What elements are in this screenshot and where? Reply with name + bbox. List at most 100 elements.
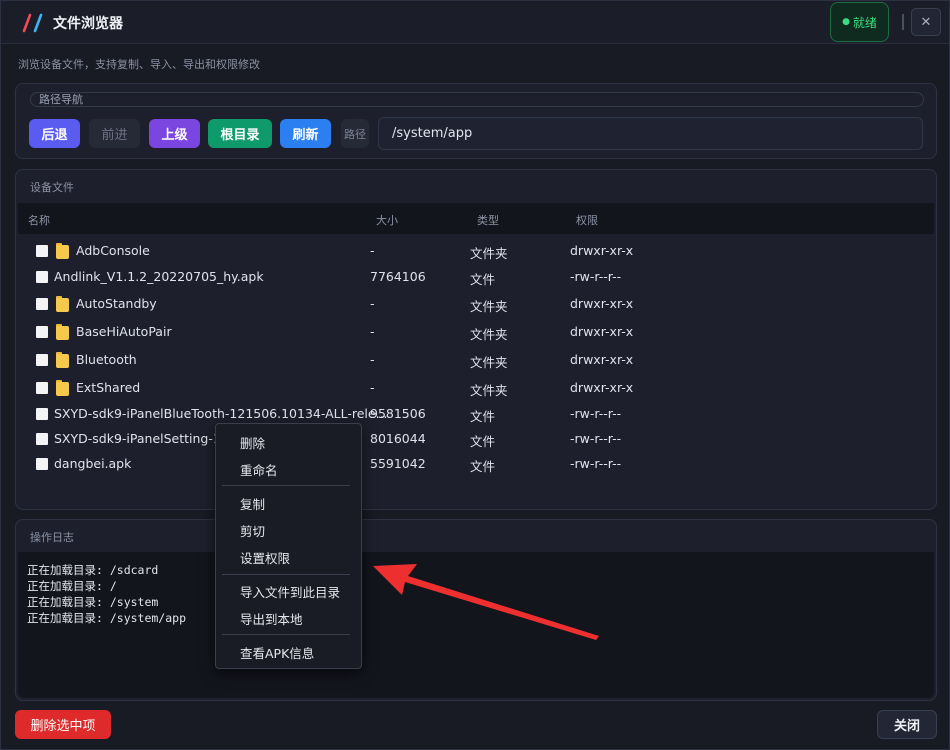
column-name[interactable]: 名称: [28, 212, 50, 228]
folder-icon: [56, 352, 69, 368]
row-checkbox[interactable]: [36, 354, 48, 366]
file-permission: drwxr-xr-x: [570, 380, 634, 395]
file-row[interactable]: SXYD-sdk9-iPanelBlueTooth-121506.10134-A…: [16, 401, 936, 427]
file-row[interactable]: SXYD-sdk9-iPanelSetting-10 8016044 文件 -r…: [16, 426, 936, 452]
menu-item-set-permission[interactable]: 设置权限: [240, 548, 290, 567]
file-size: 8016044: [370, 431, 426, 446]
refresh-button[interactable]: 刷新: [280, 119, 331, 148]
title-bar: 文件浏览器 ● 就绪 ✕: [1, 1, 949, 44]
device-files-panel: 设备文件 名称 大小 类型 权限 AdbConsole - 文件夹 drwxr-…: [15, 169, 937, 510]
file-permission: drwxr-xr-x: [570, 324, 634, 339]
path-label: 路径: [341, 119, 369, 148]
column-type[interactable]: 类型: [477, 212, 499, 228]
close-button[interactable]: 关闭: [877, 710, 937, 739]
delete-selected-button[interactable]: 删除选中项: [15, 710, 111, 739]
file-type: 文件夹: [470, 383, 508, 398]
file-permission: drwxr-xr-x: [570, 296, 634, 311]
window-close-button[interactable]: ✕: [911, 8, 941, 36]
file-type: 文件夹: [470, 355, 508, 370]
status-badge: ● 就绪: [830, 2, 889, 42]
column-size[interactable]: 大小: [376, 212, 398, 228]
file-type: 文件: [470, 434, 496, 449]
file-row[interactable]: BaseHiAutoPair - 文件夹 drwxr-xr-x: [16, 319, 936, 345]
root-dir-button[interactable]: 根目录: [208, 119, 272, 148]
folder-icon: [56, 380, 69, 396]
back-button[interactable]: 后退: [29, 119, 80, 148]
folder-icon: [56, 243, 69, 259]
row-checkbox[interactable]: [36, 408, 48, 420]
folder-icon: [56, 324, 69, 340]
file-table-header: 名称 大小 类型 权限: [18, 203, 934, 234]
menu-separator: [222, 634, 350, 635]
file-name: AutoStandby: [76, 296, 157, 311]
file-row[interactable]: Andlink_V1.1.2_20220705_hy.apk 7764106 文…: [16, 264, 936, 290]
file-row[interactable]: dangbei.apk 5591042 文件 -rw-r--r--: [16, 451, 936, 477]
row-checkbox[interactable]: [36, 433, 48, 445]
menu-item-delete[interactable]: 删除: [240, 433, 265, 452]
folder-icon: [56, 296, 69, 312]
file-size: -: [370, 243, 375, 258]
file-row[interactable]: Bluetooth - 文件夹 drwxr-xr-x: [16, 347, 936, 373]
column-permission[interactable]: 权限: [576, 212, 598, 228]
file-name: Bluetooth: [76, 352, 137, 367]
row-checkbox[interactable]: [36, 271, 48, 283]
file-type: 文件: [470, 409, 496, 424]
file-size: 5591042: [370, 456, 426, 471]
menu-separator: [222, 574, 350, 575]
context-menu: 删除 重命名 复制 剪切 设置权限 导入文件到此目录 导出到本地 查看APK信息: [215, 423, 362, 669]
operation-log-title: 操作日志: [30, 531, 74, 544]
file-name: SXYD-sdk9-iPanelSetting-10: [54, 431, 229, 446]
close-icon: ✕: [920, 14, 932, 30]
window-subtitle: 浏览设备文件，支持复制、导入、导出和权限修改: [18, 58, 260, 71]
window-title: 文件浏览器: [53, 16, 123, 32]
file-type: 文件夹: [470, 327, 508, 342]
file-size: -: [370, 380, 375, 395]
file-size: 9581506: [370, 406, 426, 421]
forward-button[interactable]: 前进: [89, 119, 140, 148]
path-navigation-legend: 路径导航: [30, 92, 924, 107]
device-files-title: 设备文件: [30, 181, 74, 194]
file-name: BaseHiAutoPair: [76, 324, 172, 339]
app-logo-icon: [22, 13, 43, 33]
status-text: 就绪: [852, 15, 877, 30]
annotation-arrow-icon: [373, 564, 599, 640]
file-name: ExtShared: [76, 380, 141, 395]
menu-item-export-local[interactable]: 导出到本地: [240, 609, 303, 628]
file-name: SXYD-sdk9-iPanelBlueTooth-121506.10134-A…: [54, 406, 388, 421]
file-size: 7764106: [370, 269, 426, 284]
row-checkbox[interactable]: [36, 298, 48, 310]
file-type: 文件: [470, 459, 496, 474]
file-permission: -rw-r--r--: [570, 406, 622, 421]
path-navigation-panel: 路径导航 后退 前进 上级 根目录 刷新 路径 /system/app: [15, 83, 937, 159]
menu-item-import-here[interactable]: 导入文件到此目录: [240, 582, 340, 601]
menu-item-apk-info[interactable]: 查看APK信息: [240, 643, 314, 662]
file-name: AdbConsole: [76, 243, 150, 258]
file-permission: -rw-r--r--: [570, 269, 622, 284]
menu-item-rename[interactable]: 重命名: [240, 460, 278, 479]
file-type: 文件: [470, 272, 496, 287]
file-row[interactable]: AutoStandby - 文件夹 drwxr-xr-x: [16, 291, 936, 317]
file-row[interactable]: ExtShared - 文件夹 drwxr-xr-x: [16, 375, 936, 401]
file-size: -: [370, 324, 375, 339]
row-checkbox[interactable]: [36, 245, 48, 257]
file-permission: -rw-r--r--: [570, 431, 622, 446]
row-checkbox[interactable]: [36, 326, 48, 338]
menu-item-copy[interactable]: 复制: [240, 494, 265, 513]
status-dot-icon: ●: [842, 17, 850, 27]
file-type: 文件夹: [470, 246, 508, 261]
title-divider: [902, 14, 904, 30]
file-size: -: [370, 296, 375, 311]
file-row[interactable]: AdbConsole - 文件夹 drwxr-xr-x: [16, 238, 936, 264]
file-permission: drwxr-xr-x: [570, 243, 634, 258]
row-checkbox[interactable]: [36, 382, 48, 394]
menu-item-cut[interactable]: 剪切: [240, 521, 265, 540]
parent-dir-button[interactable]: 上级: [149, 119, 200, 148]
file-permission: -rw-r--r--: [570, 456, 622, 471]
file-type: 文件夹: [470, 299, 508, 314]
file-name: Andlink_V1.1.2_20220705_hy.apk: [54, 269, 264, 284]
row-checkbox[interactable]: [36, 458, 48, 470]
file-size: -: [370, 352, 375, 367]
path-input[interactable]: /system/app: [378, 117, 923, 150]
file-permission: drwxr-xr-x: [570, 352, 634, 367]
file-name: dangbei.apk: [54, 456, 132, 471]
